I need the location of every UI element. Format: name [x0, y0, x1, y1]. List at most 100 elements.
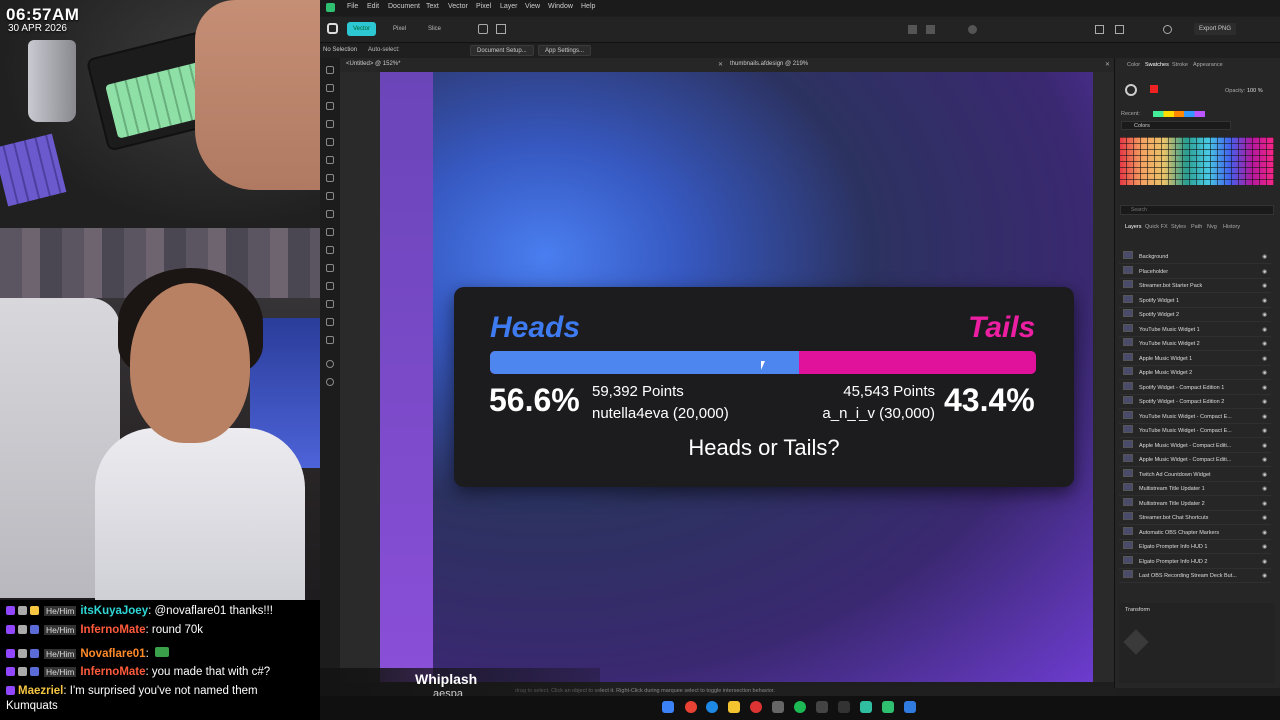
persona-slice-button[interactable]: Slice — [422, 22, 447, 36]
menu-text[interactable]: Text — [426, 3, 439, 10]
export-png-button[interactable]: Export PNG — [1194, 23, 1237, 35]
layer-row[interactable]: Streamer.bot Starter Pack ◉ — [1119, 279, 1271, 293]
visibility-eye-icon[interactable]: ◉ — [1262, 366, 1267, 380]
help-icon[interactable] — [1163, 25, 1172, 34]
tab-layers[interactable]: Layers — [1125, 224, 1142, 230]
ellipse-tool-icon[interactable] — [326, 246, 334, 254]
document-setup-button[interactable]: Document Setup... — [470, 45, 534, 56]
tab-close-icon[interactable]: ✕ — [1105, 61, 1110, 68]
tab-styles[interactable]: Styles — [1171, 224, 1186, 230]
terminal-icon[interactable] — [838, 701, 850, 713]
layer-row[interactable]: Automatic OBS Chapter Markers ◉ — [1119, 526, 1271, 540]
obs-icon[interactable] — [750, 701, 762, 713]
layer-row[interactable]: YouTube Music Widget 1 ◉ — [1119, 323, 1271, 337]
swatch-search-input[interactable]: Search — [1120, 205, 1274, 215]
eyedropper-tool-icon[interactable] — [326, 318, 334, 326]
layer-row[interactable]: Spotify Widget - Compact Edition 2 ◉ — [1119, 395, 1271, 409]
designer-icon[interactable] — [882, 701, 894, 713]
layer-row[interactable]: Apple Music Widget 1 ◉ — [1119, 352, 1271, 366]
visibility-eye-icon[interactable]: ◉ — [1262, 526, 1267, 540]
visibility-eye-icon[interactable]: ◉ — [1262, 468, 1267, 482]
layer-row[interactable]: YouTube Music Widget - Compact E... ◉ — [1119, 410, 1271, 424]
layer-row[interactable]: Apple Music Widget - Compact Editi... ◉ — [1119, 453, 1271, 467]
picture-tool-icon[interactable] — [326, 282, 334, 290]
visibility-eye-icon[interactable]: ◉ — [1262, 352, 1267, 366]
tab-path[interactable]: Path — [1191, 224, 1202, 230]
menu-edit[interactable]: Edit — [367, 3, 379, 10]
menu-view[interactable]: View — [525, 3, 540, 10]
tab-untitled[interactable]: <Untitled> @ 152%* — [346, 61, 400, 67]
visibility-eye-icon[interactable]: ◉ — [1262, 323, 1267, 337]
layer-row[interactable]: Multistream Title Updater 1 ◉ — [1119, 482, 1271, 496]
visibility-eye-icon[interactable]: ◉ — [1262, 265, 1267, 279]
visibility-eye-icon[interactable]: ◉ — [1262, 337, 1267, 351]
pencil-tool-icon[interactable] — [326, 156, 334, 164]
layer-row[interactable]: YouTube Music Widget 2 ◉ — [1119, 337, 1271, 351]
tab-quick-fx[interactable]: Quick FX — [1145, 224, 1168, 230]
visibility-eye-icon[interactable]: ◉ — [1262, 308, 1267, 322]
boolean-icon[interactable] — [968, 25, 977, 34]
palette-select[interactable]: Colors — [1121, 121, 1231, 130]
tab-swatches[interactable]: Swatches — [1145, 62, 1169, 68]
app-icon[interactable] — [816, 701, 828, 713]
corner-tool-icon[interactable] — [326, 120, 334, 128]
visibility-eye-icon[interactable]: ◉ — [1262, 439, 1267, 453]
hand-tool-icon[interactable] — [326, 360, 334, 368]
tab-nvg[interactable]: Nvg — [1207, 224, 1217, 230]
opacity-value[interactable]: 100 % — [1247, 88, 1263, 94]
persona-pixel-button[interactable]: Pixel — [387, 22, 412, 36]
transparency-tool-icon[interactable] — [326, 336, 334, 344]
persona-vector-button[interactable]: Vector — [347, 22, 377, 36]
layer-row[interactable]: Background ◉ — [1119, 250, 1271, 264]
color-picker-icon[interactable] — [1150, 85, 1158, 93]
edge-icon[interactable] — [706, 701, 718, 713]
text-tool-icon[interactable] — [326, 264, 334, 272]
studio-link-icon[interactable] — [327, 23, 338, 34]
menu-window[interactable]: Window — [548, 3, 573, 10]
tab-history[interactable]: History — [1223, 224, 1240, 230]
layer-row[interactable]: Twitch Ad Countdown Widget ◉ — [1119, 468, 1271, 482]
menu-vector[interactable]: Vector — [448, 3, 468, 10]
visibility-eye-icon[interactable]: ◉ — [1262, 555, 1267, 569]
arrange-icon[interactable] — [908, 25, 917, 34]
layer-row[interactable]: Elgato Prompter Info HUD 2 ◉ — [1119, 555, 1271, 569]
anchor-point-icon[interactable] — [1123, 629, 1149, 655]
layer-row[interactable]: YouTube Music Widget - Compact E... ◉ — [1119, 424, 1271, 438]
visibility-eye-icon[interactable]: ◉ — [1262, 540, 1267, 554]
visibility-eye-icon[interactable]: ◉ — [1262, 424, 1267, 438]
transform-icon[interactable] — [1095, 25, 1104, 34]
visibility-eye-icon[interactable]: ◉ — [1262, 497, 1267, 511]
chrome-icon[interactable] — [685, 701, 697, 713]
menu-layer[interactable]: Layer — [500, 3, 518, 10]
export-persona-icon[interactable] — [1115, 25, 1124, 34]
recent-colors[interactable] — [1153, 111, 1205, 117]
visibility-eye-icon[interactable]: ◉ — [1262, 279, 1267, 293]
visibility-eye-icon[interactable]: ◉ — [1262, 410, 1267, 424]
spotify-icon[interactable] — [794, 701, 806, 713]
affinity-icon[interactable] — [860, 701, 872, 713]
menu-help[interactable]: Help — [581, 3, 595, 10]
tab-appearance[interactable]: Appearance — [1193, 62, 1223, 68]
visibility-eye-icon[interactable]: ◉ — [1262, 482, 1267, 496]
tab-thumbnails[interactable]: thumbnails.afdesign @ 219% — [730, 61, 808, 67]
layer-row[interactable]: Last OBS Recording Stream Deck But... ◉ — [1119, 569, 1271, 583]
file-explorer-icon[interactable] — [728, 701, 740, 713]
tab-stroke[interactable]: Stroke — [1172, 62, 1188, 68]
layer-row[interactable]: Spotify Widget 1 ◉ — [1119, 294, 1271, 308]
crop-tool-icon[interactable] — [326, 300, 334, 308]
app-settings-button[interactable]: App Settings... — [538, 45, 592, 56]
node-tool-icon[interactable] — [326, 102, 334, 110]
menu-pixel[interactable]: Pixel — [476, 3, 491, 10]
layer-row[interactable]: Streamer.bot Chat Shortcuts ◉ — [1119, 511, 1271, 525]
pen-tool-icon[interactable] — [326, 138, 334, 146]
gradient-tool-icon[interactable] — [326, 210, 334, 218]
snapping-icon[interactable] — [478, 24, 488, 34]
artboard-tool-icon[interactable] — [326, 84, 334, 92]
settings-icon[interactable] — [772, 701, 784, 713]
fill-tool-icon[interactable] — [326, 192, 334, 200]
layer-row[interactable]: Spotify Widget 2 ◉ — [1119, 308, 1271, 322]
visibility-eye-icon[interactable]: ◉ — [1262, 294, 1267, 308]
layer-row[interactable]: Elgato Prompter Info HUD 1 ◉ — [1119, 540, 1271, 554]
menu-document[interactable]: Document — [388, 3, 420, 10]
rectangle-tool-icon[interactable] — [326, 228, 334, 236]
